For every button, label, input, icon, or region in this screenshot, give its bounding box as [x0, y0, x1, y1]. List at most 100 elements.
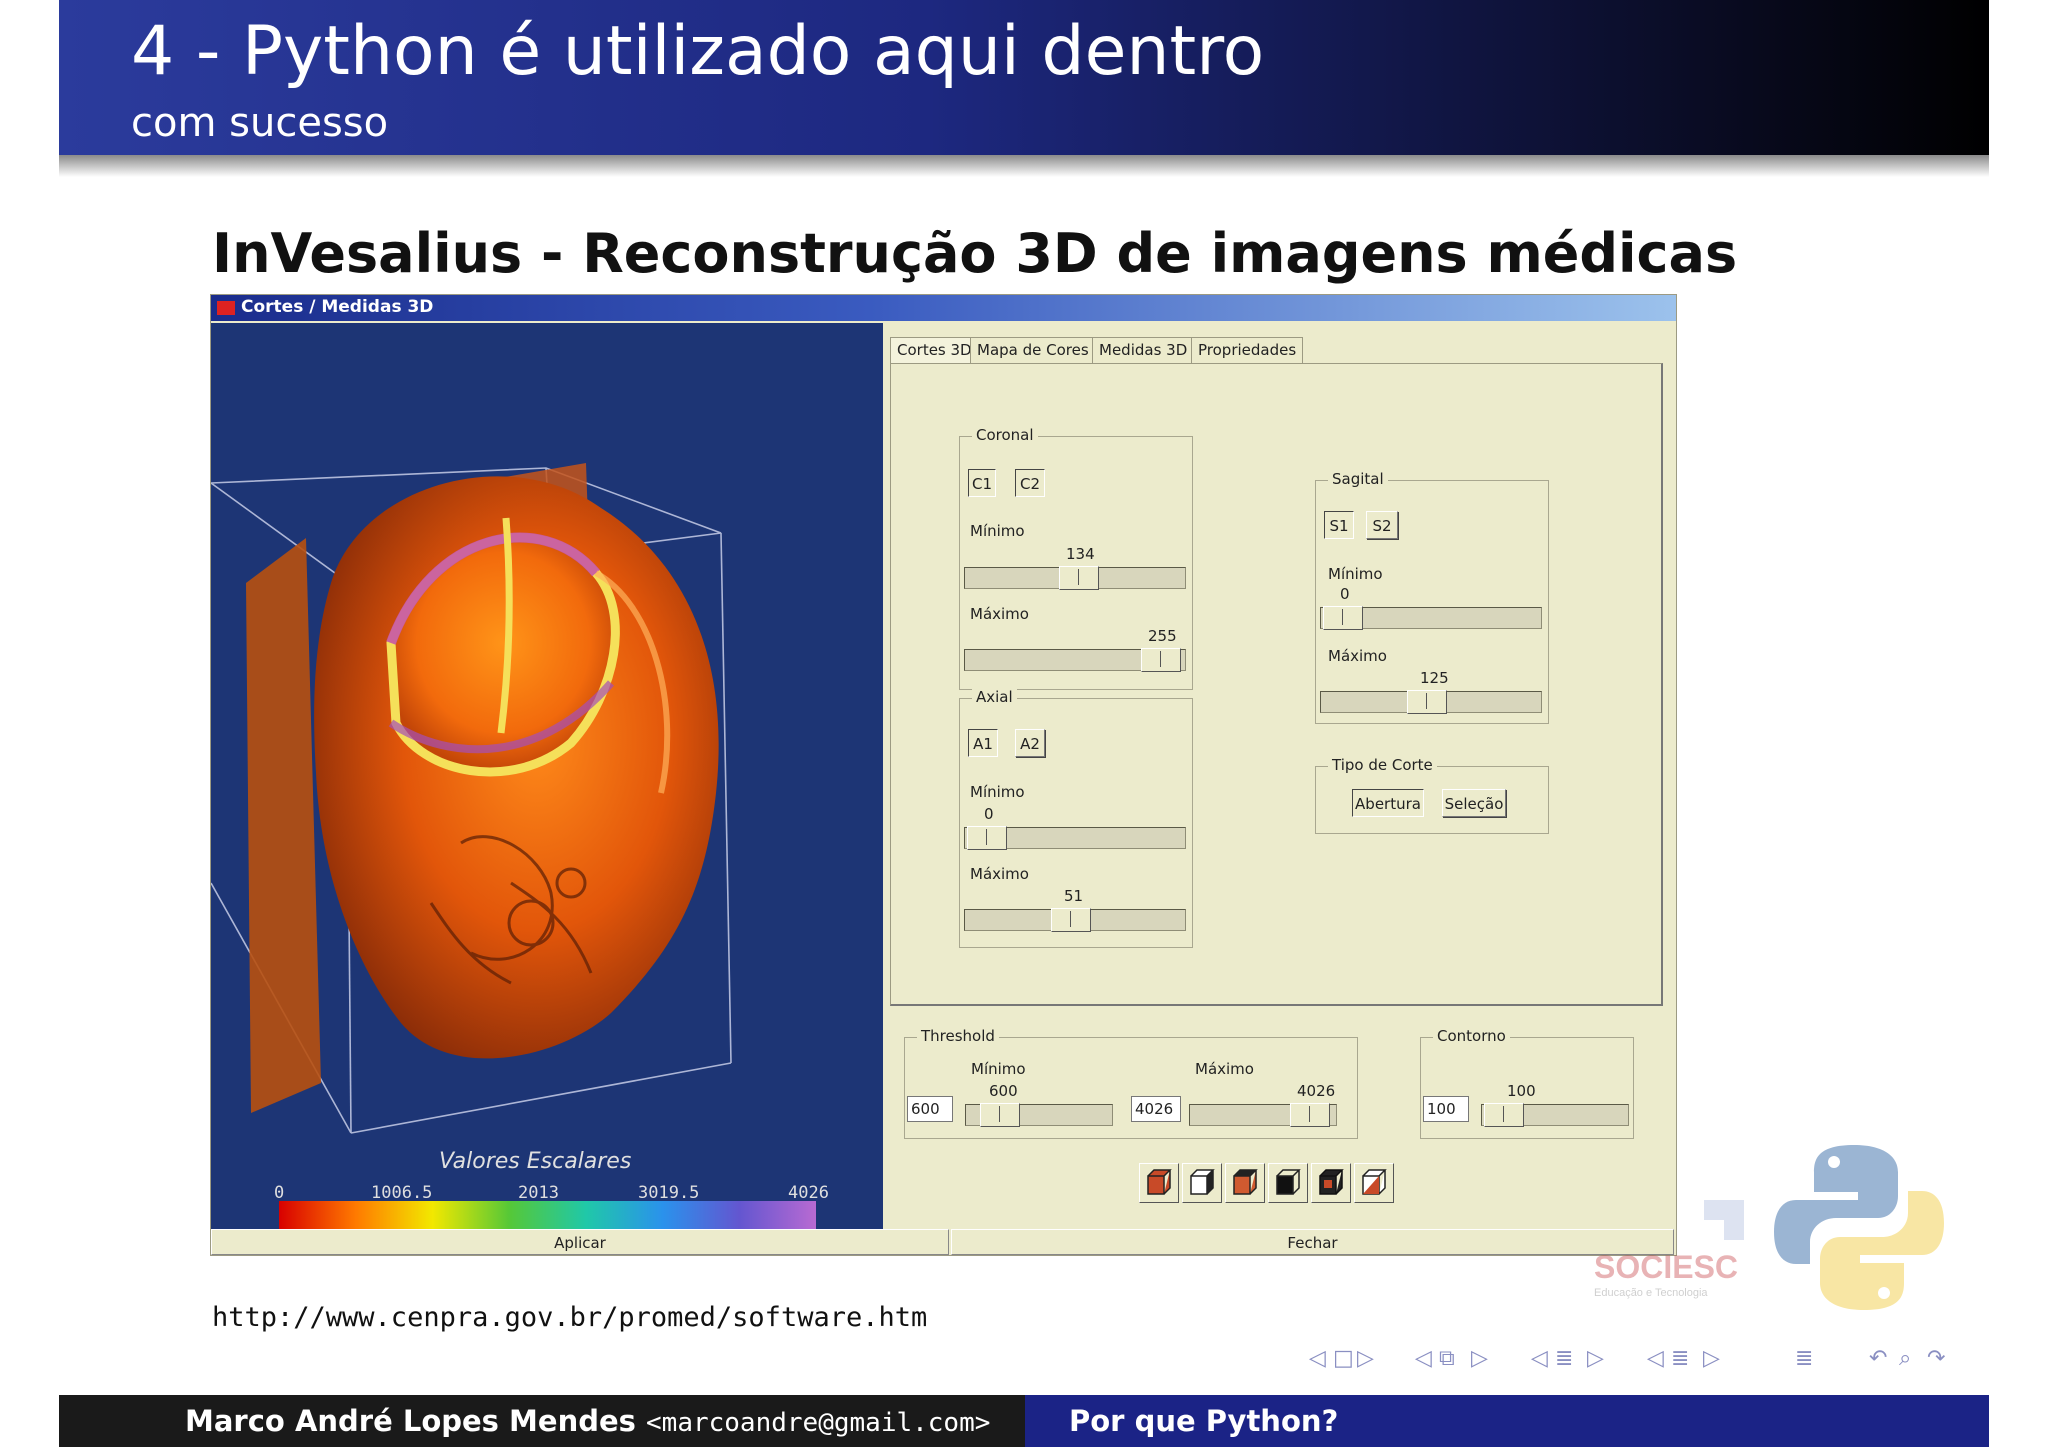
- tab-body: Coronal C1 C2 Mínimo 134 Máximo 255 Axia…: [890, 363, 1663, 1006]
- nav-prev-section-icon[interactable]: ◁: [1531, 1346, 1548, 1371]
- nav-prev-doc-icon[interactable]: ◁: [1647, 1346, 1664, 1371]
- axial-max-slider[interactable]: [964, 908, 1186, 932]
- control-panel: Cortes 3D Mapa de Cores Medidas 3D Propr…: [884, 323, 1676, 1255]
- nav-search-icon[interactable]: ⌕: [1899, 1346, 1911, 1371]
- slide-subtitle: com sucesso: [131, 100, 389, 146]
- axial-max-value: 51: [1064, 887, 1084, 905]
- coronal-min-label: Mínimo: [970, 522, 1025, 540]
- a1-button[interactable]: A1: [968, 729, 998, 757]
- cube-side-icon[interactable]: [1182, 1163, 1222, 1203]
- cube-cut-icon[interactable]: [1354, 1163, 1394, 1203]
- 3d-viewport[interactable]: Valores Escalares 0 1006.5 2013 3019.5 4…: [211, 323, 883, 1231]
- coronal-max-label: Máximo: [970, 605, 1029, 623]
- sagital-max-value: 125: [1420, 669, 1449, 687]
- coronal-min-slider[interactable]: [964, 566, 1186, 590]
- nav-prev-frame-icon[interactable]: ◁: [1309, 1346, 1326, 1371]
- footer-title: Por que Python?: [1069, 1404, 1339, 1438]
- source-url[interactable]: http://www.cenpra.gov.br/promed/software…: [212, 1302, 927, 1333]
- s1-button[interactable]: S1: [1324, 511, 1354, 539]
- tab-medidas-3d[interactable]: Medidas 3D: [1092, 337, 1195, 363]
- coronal-max-slider[interactable]: [964, 648, 1186, 672]
- tipo-corte-label: Tipo de Corte: [1328, 756, 1437, 774]
- axial-label: Axial: [972, 688, 1017, 706]
- sociesc-logo: SOCIESC Educação e Tecnologia: [1594, 1200, 1754, 1300]
- nav-next-subsection-icon[interactable]: ▷: [1471, 1346, 1488, 1371]
- a2-button[interactable]: A2: [1015, 729, 1045, 757]
- axial-min-label: Mínimo: [970, 783, 1025, 801]
- invesalius-window: Cortes / Medidas 3D Valores Escalares 0 …: [210, 294, 1677, 1256]
- nav-frame-icon[interactable]: □: [1333, 1346, 1354, 1371]
- nav-back-icon[interactable]: ↶: [1869, 1346, 1887, 1371]
- slider-thumb[interactable]: [1059, 566, 1099, 590]
- tab-mapa-de-cores[interactable]: Mapa de Cores: [970, 337, 1096, 363]
- sagital-max-slider[interactable]: [1320, 690, 1542, 714]
- python-logo-icon: [1774, 1140, 1944, 1315]
- axial-min-slider[interactable]: [964, 826, 1186, 850]
- nav-next-section-icon[interactable]: ▷: [1587, 1346, 1604, 1371]
- contorno-label: Contorno: [1433, 1027, 1510, 1045]
- threshold-max-field[interactable]: 4026: [1131, 1096, 1181, 1122]
- tipo-corte-group: Tipo de Corte Abertura Seleção: [1315, 756, 1549, 834]
- apply-button[interactable]: Aplicar: [211, 1229, 949, 1255]
- colorbar-tick: 0: [274, 1183, 285, 1203]
- footer-author-box: Marco André Lopes Mendes <marcoandre@gma…: [59, 1395, 1025, 1447]
- slider-thumb[interactable]: [980, 1103, 1020, 1127]
- sagital-max-label: Máximo: [1328, 647, 1387, 665]
- nav-prev-subsection-icon[interactable]: ◁: [1415, 1346, 1432, 1371]
- s2-button[interactable]: S2: [1366, 511, 1398, 539]
- axial-group: Axial A1 A2 Mínimo 0 Máximo 51: [959, 688, 1193, 948]
- slider-thumb[interactable]: [1323, 606, 1363, 630]
- threshold-min-field[interactable]: 600: [907, 1096, 953, 1122]
- footer-author-line: Marco André Lopes Mendes <marcoandre@gma…: [185, 1404, 990, 1438]
- threshold-label: Threshold: [917, 1027, 999, 1045]
- slider-thumb[interactable]: [1051, 908, 1091, 932]
- nav-subsection-icon[interactable]: ⧉: [1439, 1346, 1455, 1371]
- axial-max-label: Máximo: [970, 865, 1029, 883]
- nav-section-icon[interactable]: ≣: [1555, 1346, 1573, 1371]
- sagital-label: Sagital: [1328, 470, 1388, 488]
- slider-thumb[interactable]: [1407, 690, 1447, 714]
- head-render-icon: [211, 463, 732, 1134]
- contorno-field[interactable]: 100: [1423, 1096, 1469, 1122]
- nav-appendix-icon[interactable]: ≣: [1795, 1346, 1813, 1371]
- selecao-button[interactable]: Seleção: [1442, 789, 1506, 817]
- colorbar-title: Valores Escalares: [439, 1149, 632, 1174]
- threshold-min-label: Mínimo: [971, 1060, 1026, 1078]
- tab-propriedades[interactable]: Propriedades: [1191, 337, 1304, 363]
- c2-button[interactable]: C2: [1015, 469, 1045, 497]
- sagital-min-slider[interactable]: [1320, 606, 1542, 630]
- slide-title: 4 - Python é utilizado aqui dentro: [131, 12, 1265, 91]
- slider-thumb[interactable]: [967, 826, 1007, 850]
- coronal-label: Coronal: [972, 426, 1038, 444]
- svg-text:Educação e Tecnologia: Educação e Tecnologia: [1594, 1287, 1708, 1299]
- window-titlebar: Cortes / Medidas 3D: [211, 295, 1676, 321]
- slide-header: 4 - Python é utilizado aqui dentro com s…: [59, 0, 1989, 155]
- frame-title: InVesalius - Reconstrução 3D de imagens …: [212, 222, 1738, 285]
- tab-cortes-3d[interactable]: Cortes 3D: [890, 337, 979, 363]
- contorno-value: 100: [1507, 1082, 1536, 1100]
- footer-author: Marco André Lopes Mendes: [185, 1404, 636, 1438]
- cube-front-icon[interactable]: [1139, 1163, 1179, 1203]
- slider-thumb[interactable]: [1141, 648, 1181, 672]
- nav-next-frame-icon[interactable]: ▷: [1357, 1346, 1374, 1371]
- nav-doc-icon[interactable]: ≣: [1671, 1346, 1689, 1371]
- nav-next-doc-icon[interactable]: ▷: [1703, 1346, 1720, 1371]
- cube-solid-icon[interactable]: [1268, 1163, 1308, 1203]
- threshold-min-slider[interactable]: [965, 1103, 1113, 1127]
- slider-thumb[interactable]: [1484, 1103, 1524, 1127]
- colorbar: [279, 1201, 816, 1231]
- nav-forward-icon[interactable]: ↷: [1927, 1346, 1945, 1371]
- slider-thumb[interactable]: [1290, 1103, 1330, 1127]
- contorno-slider[interactable]: [1481, 1103, 1629, 1127]
- cube-top-icon[interactable]: [1225, 1163, 1265, 1203]
- svg-text:SOCIESC: SOCIESC: [1594, 1249, 1738, 1285]
- threshold-max-slider[interactable]: [1189, 1103, 1337, 1127]
- colorbar-tick: 1006.5: [371, 1183, 433, 1203]
- footer-email: <marcoandre@gmail.com>: [646, 1408, 991, 1438]
- threshold-max-value: 4026: [1297, 1082, 1336, 1100]
- close-button[interactable]: Fechar: [951, 1229, 1674, 1255]
- abertura-button[interactable]: Abertura: [1352, 789, 1424, 817]
- header-shadow: [59, 155, 1989, 177]
- cube-dark-icon[interactable]: [1311, 1163, 1351, 1203]
- c1-button[interactable]: C1: [968, 469, 996, 497]
